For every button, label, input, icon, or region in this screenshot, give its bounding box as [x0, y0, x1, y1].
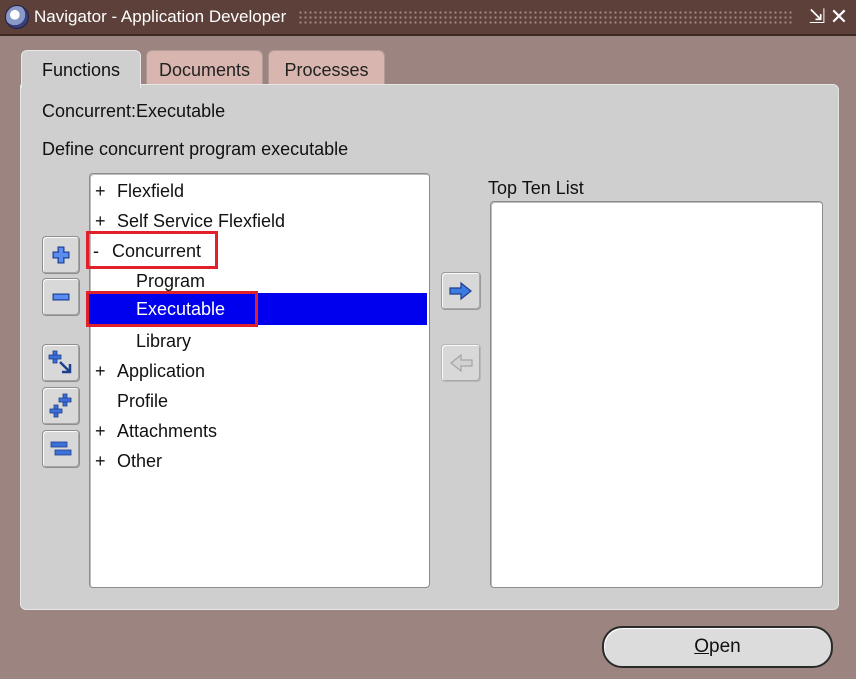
expand-marker: + [95, 211, 106, 231]
expand-branch-icon [48, 350, 72, 374]
tab-functions[interactable]: Functions [21, 50, 141, 88]
tree-item-executable[interactable]: Executable [89, 293, 427, 325]
minus-icon [52, 293, 70, 301]
tree-item-attachments[interactable]: + Attachments [93, 416, 426, 446]
tab-functions-label: Functions [41, 60, 121, 80]
tree-item-label: Executable [136, 299, 226, 319]
top-ten-list[interactable] [490, 201, 823, 588]
collapse-button[interactable] [42, 278, 80, 316]
tree-item-library[interactable]: Library [93, 326, 426, 356]
top-ten-list-label: Top Ten List [488, 178, 584, 198]
tree-item-label: Profile [117, 391, 169, 411]
tree-item-label: Application [117, 361, 206, 381]
functions-panel: Concurrent:Executable Define concurrent … [20, 84, 839, 610]
tree-item-label: Concurrent [112, 241, 202, 261]
function-tree[interactable]: + Flexfield + Self Service Flexfield - Conc… [89, 173, 430, 588]
function-description-label: Define concurrent program executable [42, 139, 349, 159]
expand-all-button[interactable] [42, 387, 80, 425]
expand-marker: + [95, 181, 106, 201]
arrow-left-icon [450, 353, 473, 373]
tab-documents-label: Documents [158, 60, 251, 80]
tab-processes[interactable]: Processes [268, 50, 385, 86]
arrow-right-icon [449, 281, 472, 301]
remove-from-top-ten-button[interactable] [441, 344, 481, 382]
expand-all-icon [49, 393, 72, 418]
tree-item-label: Flexfield [117, 181, 185, 201]
tree-item-application[interactable]: + Application [93, 356, 426, 386]
add-to-top-ten-button[interactable] [441, 272, 481, 310]
expand-marker: + [95, 421, 106, 441]
tree-item-profile[interactable]: Profile [93, 386, 426, 416]
tree-item-flexfield[interactable]: + Flexfield [93, 176, 426, 206]
tree-item-label: Self Service Flexfield [117, 211, 286, 231]
expand-marker: + [95, 361, 106, 381]
window-title: Navigator - Application Developer [34, 7, 287, 26]
tab-processes-label: Processes [284, 60, 369, 80]
tree-item-label: Library [136, 331, 192, 351]
plus-icon [52, 246, 70, 264]
tree-item-program[interactable]: Program [93, 266, 426, 296]
tree-item-label: Program [136, 271, 206, 291]
oracle-app-icon [5, 5, 29, 29]
expand-button[interactable] [42, 236, 80, 274]
minimize-icon[interactable]: ⇲ [806, 6, 828, 28]
tree-item-other[interactable]: + Other [93, 446, 426, 476]
title-bar[interactable]: Navigator - Application Developer ⇲ ✕ [0, 0, 856, 36]
open-button[interactable]: Open [602, 626, 833, 668]
title-bar-grip [298, 10, 794, 24]
function-name-label: Concurrent:Executable [42, 101, 226, 121]
collapse-marker: - [93, 241, 99, 261]
expand-branch-button[interactable] [42, 344, 80, 382]
tree-item-label: Attachments [117, 421, 218, 441]
tree-item-label: Other [117, 451, 163, 471]
collapse-all-button[interactable] [42, 430, 80, 468]
open-button-mnemonic: O [694, 636, 710, 657]
tree-item-self-service-flexfield[interactable]: + Self Service Flexfield [93, 206, 426, 236]
collapse-all-icon [50, 441, 72, 456]
tree-item-concurrent[interactable]: - Concurrent [93, 236, 426, 266]
close-icon[interactable]: ✕ [828, 6, 850, 28]
open-button-label: pen [709, 636, 741, 657]
tab-documents[interactable]: Documents [146, 50, 263, 86]
expand-marker: + [95, 451, 106, 471]
